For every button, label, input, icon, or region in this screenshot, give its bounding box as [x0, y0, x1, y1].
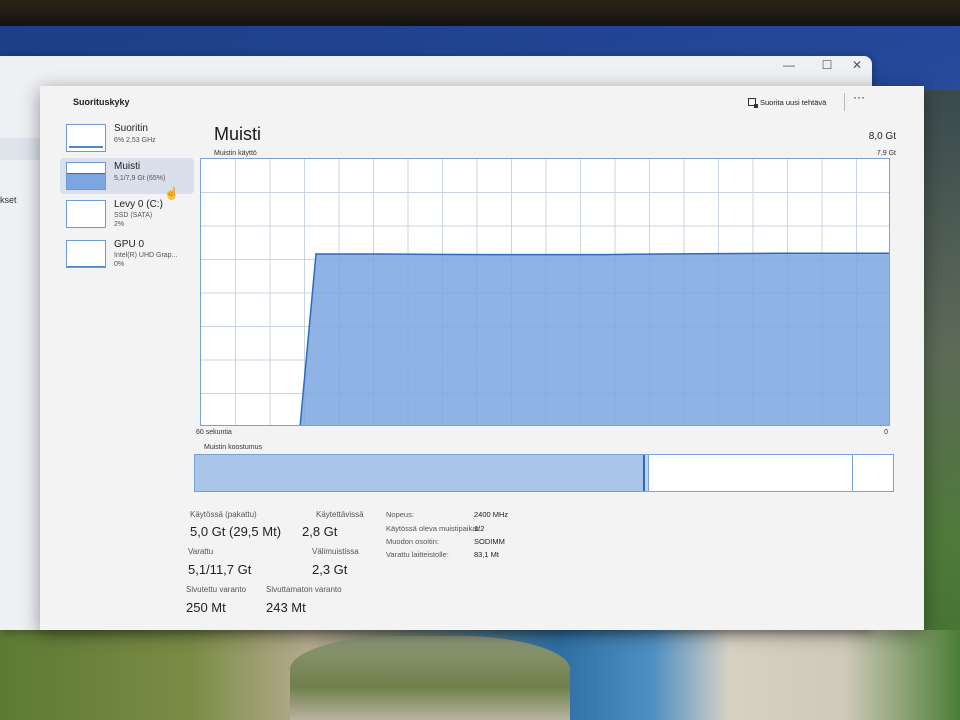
sidebar-item-detail: Intel(R) UHD Grap...	[114, 252, 178, 259]
memory-data-point	[602, 253, 605, 256]
memory-usage-area	[300, 253, 889, 425]
sidebar-item-usage: 2%	[114, 221, 125, 228]
sidebar-item-memory[interactable]: Muisti 5,1/7,9 Gt (65%) ☝	[60, 158, 194, 200]
paged-pool-value: 250 Mt	[186, 600, 226, 615]
memory-usage-graph	[200, 158, 890, 426]
more-options-button[interactable]: ···	[850, 90, 868, 108]
in-use-value: 5,0 Gt (29,5 Mt)	[190, 524, 282, 539]
sidebar-item-label: GPU 0	[114, 239, 145, 250]
run-new-task-button[interactable]: Suorita uusi tehtävä	[748, 95, 826, 109]
committed-value: 5,1/11,7 Gt	[188, 562, 252, 577]
maximize-icon: ☐	[821, 58, 833, 72]
composition-modified[interactable]	[645, 455, 650, 491]
run-task-icon	[748, 98, 758, 108]
memory-sparkline	[66, 162, 106, 190]
memory-data-point	[545, 253, 547, 256]
sidebar-item-cpu[interactable]: Suoritin 6% 2,53 GHz	[60, 120, 194, 156]
background-window-titlebar[interactable]: — ☐ ✕	[0, 56, 872, 86]
slots-value: 1/2	[474, 524, 485, 533]
sidebar-item-label: Levy 0 (C:)	[114, 199, 163, 210]
memory-data-point	[487, 253, 490, 256]
memory-data-point	[430, 253, 432, 256]
close-button[interactable]: ✕	[846, 56, 868, 74]
hardware-reserved-value: 83,1 Mt	[474, 550, 500, 559]
minimize-icon: —	[783, 58, 795, 72]
sidebar-item-detail: 6% 2,53 GHz	[114, 137, 156, 144]
graph-label: Muistin käyttö	[214, 150, 257, 157]
memory-data-point	[372, 253, 375, 255]
cached-label: Välimuistissa	[312, 547, 359, 556]
graph-max-label: 7,9 Gt	[876, 150, 896, 157]
background-sidebar-label: kset	[0, 195, 17, 205]
sidebar-item-usage: 0%	[114, 261, 125, 268]
cpu-sparkline	[66, 124, 106, 152]
close-icon: ✕	[851, 58, 863, 72]
available-value: 2,8 Gt	[302, 524, 338, 539]
disk-sparkline	[66, 200, 106, 228]
maximize-button[interactable]: ☐	[816, 56, 838, 74]
sidebar-item-gpu[interactable]: GPU 0 Intel(R) UHD Grap... 0%	[60, 236, 194, 272]
in-use-label: Käytössä (pakattu)	[190, 510, 257, 519]
memory-composition-bar[interactable]	[194, 454, 894, 492]
committed-label: Varattu	[188, 547, 214, 556]
performance-window: Suorituskyky Suorita uusi tehtävä ··· Su…	[40, 86, 924, 630]
run-new-task-label: Suorita uusi tehtävä	[760, 97, 827, 107]
memory-data-point	[775, 252, 777, 255]
form-factor-label: Muodon osoitin:	[386, 537, 439, 546]
composition-in-use[interactable]	[195, 455, 646, 491]
memory-panel: Muisti 8,0 Gt Muistin käyttö 7,9 Gt 60 s…	[186, 118, 912, 618]
more-icon: ···	[853, 90, 865, 104]
memory-data-point	[315, 253, 317, 255]
wallpaper-rock	[290, 636, 570, 720]
x-axis-right-label: 0	[884, 429, 888, 436]
nonpaged-pool-label: Sivuttamaton varanto	[266, 585, 342, 594]
form-factor-value: SODIMM	[474, 537, 505, 546]
minimize-button[interactable]: —	[778, 56, 800, 74]
sidebar-item-detail: SSD (SATA)	[114, 212, 153, 219]
memory-data-point	[717, 252, 720, 255]
x-axis-left-label: 60 sekuntia	[196, 429, 232, 436]
memory-data-point	[832, 252, 835, 255]
window-title: Suorituskyky	[73, 97, 130, 107]
resource-list: Suoritin 6% 2,53 GHz Muisti 5,1/7,9 Gt (…	[52, 118, 202, 618]
nonpaged-pool-value: 243 Mt	[266, 600, 306, 615]
speed-label: Nopeus:	[386, 510, 414, 519]
sidebar-item-disk[interactable]: Levy 0 (C:) SSD (SATA) 2%	[60, 196, 194, 232]
composition-label: Muistin koostumus	[204, 444, 262, 451]
hardware-reserved-label: Varattu laitteistolle:	[386, 550, 449, 559]
toolbar-separator	[844, 93, 845, 111]
composition-standby-divider	[851, 455, 853, 491]
memory-data-point	[660, 253, 662, 255]
paged-pool-label: Sivutettu varanto	[186, 585, 247, 594]
page-title: Muisti	[214, 124, 262, 144]
cached-value: 2,3 Gt	[312, 562, 348, 577]
speed-value: 2400 MHz	[474, 510, 509, 519]
monitor-bezel	[0, 0, 960, 26]
available-label: Käytettävissä	[316, 510, 364, 519]
sidebar-item-label: Suoritin	[114, 123, 148, 134]
sidebar-item-detail: 5,1/7,9 Gt (65%)	[114, 175, 166, 182]
total-memory: 8,0 Gt	[868, 131, 896, 142]
gpu-sparkline	[66, 240, 106, 268]
sidebar-item-label: Muisti	[114, 161, 141, 172]
slots-label: Käytössä oleva muistipaikat:	[386, 524, 481, 533]
memory-usage-chart	[201, 159, 889, 425]
